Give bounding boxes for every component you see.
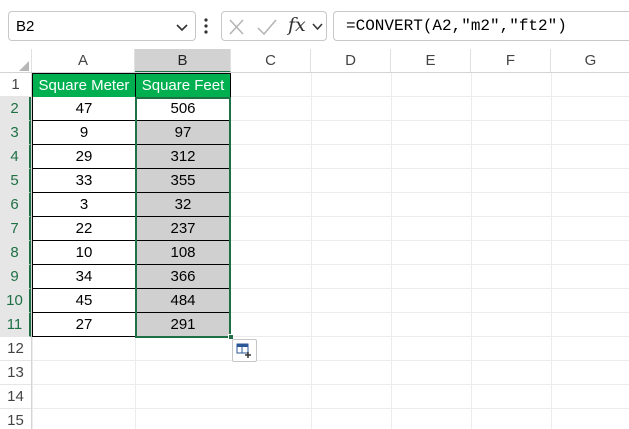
table-cell[interactable]: 484 <box>135 289 231 313</box>
table-cell[interactable]: 29 <box>32 145 136 169</box>
more-vertical-icon[interactable] <box>203 17 209 35</box>
column-header-g[interactable]: G <box>551 49 629 73</box>
table-cell[interactable]: 312 <box>135 145 231 169</box>
check-icon[interactable] <box>256 18 278 36</box>
name-box-value: B2 <box>16 18 35 35</box>
header-cell-square-feet[interactable]: Square Feet <box>135 73 231 98</box>
table-cell[interactable]: 32 <box>135 193 231 217</box>
table-cell[interactable]: 27 <box>32 313 136 337</box>
row-header-13[interactable]: 13 <box>0 361 31 385</box>
column-header-d[interactable]: D <box>311 49 391 73</box>
close-icon[interactable] <box>228 19 245 35</box>
column-header-a[interactable]: A <box>32 49 135 73</box>
table-cell[interactable]: 108 <box>135 241 231 265</box>
select-all-button[interactable] <box>0 49 32 73</box>
quick-analysis-icon <box>236 343 251 358</box>
table-cell[interactable]: 22 <box>32 217 136 241</box>
table-cell[interactable]: 366 <box>135 265 231 289</box>
table-cell[interactable]: 97 <box>135 121 231 145</box>
table-cell[interactable]: 47 <box>32 97 136 121</box>
table-cell[interactable]: 33 <box>32 169 136 193</box>
quick-analysis-button[interactable] <box>232 339 257 362</box>
column-header-e[interactable]: E <box>391 49 471 73</box>
row-header-10[interactable]: 10 <box>0 289 31 313</box>
row-header-4[interactable]: 4 <box>0 145 31 169</box>
chevron-down-icon[interactable] <box>311 20 324 33</box>
table-cell[interactable]: 9 <box>32 121 136 145</box>
table-cell[interactable]: 3 <box>32 193 136 217</box>
row-header-3[interactable]: 3 <box>0 121 31 145</box>
row-header-11[interactable]: 11 <box>0 313 31 337</box>
row-header-14[interactable]: 14 <box>0 385 31 409</box>
row-header-12[interactable]: 12 <box>0 337 31 361</box>
row-header-2[interactable]: 2 <box>0 97 31 121</box>
row-header-15[interactable]: 15 <box>0 409 31 429</box>
table-cell[interactable]: 45 <box>32 289 136 313</box>
row-header-9[interactable]: 9 <box>0 265 31 289</box>
row-header-1[interactable]: 1 <box>0 73 31 97</box>
row-header-7[interactable]: 7 <box>0 217 31 241</box>
column-header-c[interactable]: C <box>231 49 311 73</box>
table-cell[interactable]: 10 <box>32 241 136 265</box>
name-box[interactable]: B2 <box>8 11 196 41</box>
row-header-5[interactable]: 5 <box>0 169 31 193</box>
header-cell-square-meter[interactable]: Square Meter <box>32 73 136 98</box>
column-header-b[interactable]: B <box>135 49 231 73</box>
insert-function-button[interactable]: fx <box>288 14 306 36</box>
formula-bar: B2 fx =CONVERT(A2,"m2","ft2") <box>0 0 629 48</box>
table-cell[interactable]: 291 <box>135 313 231 337</box>
table-cell[interactable]: 237 <box>135 217 231 241</box>
table-cell[interactable]: 506 <box>135 97 231 121</box>
formula-text: =CONVERT(A2,"m2","ft2") <box>346 17 567 35</box>
formula-actions: fx <box>221 11 327 41</box>
row-header-8[interactable]: 8 <box>0 241 31 265</box>
table-cell[interactable]: 34 <box>32 265 136 289</box>
chevron-down-icon[interactable] <box>175 20 189 34</box>
formula-input[interactable]: =CONVERT(A2,"m2","ft2") <box>333 11 629 41</box>
column-header-f[interactable]: F <box>471 49 551 73</box>
row-header-6[interactable]: 6 <box>0 193 31 217</box>
table-cell[interactable]: 355 <box>135 169 231 193</box>
